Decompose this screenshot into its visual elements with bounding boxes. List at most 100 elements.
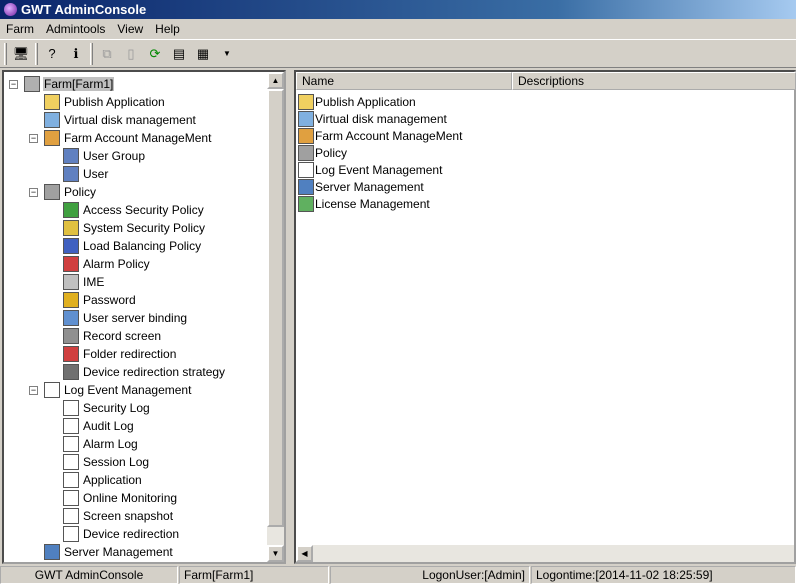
status-app: GWT AdminConsole: [0, 566, 178, 584]
lock-icon: [63, 292, 79, 308]
copy-icon[interactable]: ⧉: [97, 44, 117, 64]
disk-icon: [298, 111, 314, 127]
tree-item-label: Password: [82, 293, 137, 307]
tree-item[interactable]: User: [63, 165, 109, 183]
tree-item[interactable]: Audit Log: [63, 417, 135, 435]
help-icon[interactable]: ?: [42, 44, 62, 64]
tree-item[interactable]: Password: [63, 291, 137, 309]
tree-item[interactable]: Security Log: [63, 399, 151, 417]
tree-item[interactable]: System Security Policy: [63, 219, 206, 237]
tree-item-label: User: [82, 167, 109, 181]
tree-item[interactable]: Alarm Policy: [63, 255, 151, 273]
tree-item-label: Folder redirection: [82, 347, 177, 361]
tree-item[interactable]: Farm Account ManageMent: [44, 129, 212, 147]
tree-item-label: Load Balancing Policy: [82, 239, 202, 253]
status-user: LogonUser:[Admin]: [330, 566, 530, 584]
tree-item-label: Application: [82, 473, 143, 487]
status-time: Logontime:[2014-11-02 18:25:59]: [531, 566, 796, 584]
tree-item-label: Screen snapshot: [82, 509, 174, 523]
log-icon: [63, 436, 79, 452]
collapse-toggle[interactable]: −: [29, 188, 38, 197]
tree-item[interactable]: Load Balancing Policy: [63, 237, 202, 255]
tree-item-label: Policy: [63, 185, 97, 199]
keyboard-icon: [63, 274, 79, 290]
log-icon: [63, 454, 79, 470]
tree-item[interactable]: Session Log: [63, 453, 150, 471]
log-icon: [298, 162, 314, 178]
tree-item[interactable]: Folder redirection: [63, 345, 177, 363]
tree-item[interactable]: Device redirection: [63, 525, 180, 543]
dropdown-arrow-icon[interactable]: ▼: [217, 44, 237, 64]
scroll-left-button[interactable]: ◀: [296, 545, 313, 562]
folder-icon: [44, 94, 60, 110]
tree-item[interactable]: Access Security Policy: [63, 201, 205, 219]
log-icon: [63, 418, 79, 434]
policy-icon: [44, 184, 60, 200]
list-item-label: License Management: [315, 197, 430, 211]
list-item-label: Log Event Management: [315, 163, 442, 177]
tree-item-label: Server Management: [63, 545, 174, 559]
tree-item[interactable]: Virtual disk management: [44, 111, 197, 129]
globe-icon: [63, 202, 79, 218]
log-icon: [63, 508, 79, 524]
grid-icon[interactable]: ▦: [193, 44, 213, 64]
redirect-icon: [63, 346, 79, 362]
menu-farm[interactable]: Farm: [0, 22, 40, 36]
column-descriptions[interactable]: Descriptions: [512, 72, 796, 90]
tree-item-label: Alarm Policy: [82, 257, 151, 271]
log-icon: [44, 382, 60, 398]
tree-item[interactable]: Alarm Log: [63, 435, 139, 453]
tree-item[interactable]: Farm[Farm1]: [24, 75, 114, 93]
tree-item-label: Access Security Policy: [82, 203, 205, 217]
list-item[interactable]: License Management: [298, 195, 430, 213]
scroll-down-button[interactable]: ▼: [267, 545, 284, 562]
server-mgmt-icon: [44, 544, 60, 560]
network-icon: [63, 238, 79, 254]
users-icon: [44, 130, 60, 146]
tree-item-label: Farm[Farm1]: [43, 77, 114, 91]
list-item-label: Policy: [315, 146, 347, 160]
scroll-thumb[interactable]: [267, 89, 284, 527]
list-item[interactable]: Policy: [298, 144, 347, 162]
tree-item-label: User server binding: [82, 311, 188, 325]
tree-item[interactable]: IME: [63, 273, 105, 291]
users-icon: [298, 128, 314, 144]
list-item[interactable]: Server Management: [298, 178, 424, 196]
server-icon[interactable]: 🖥: [11, 44, 31, 64]
info-icon[interactable]: ℹ: [66, 44, 86, 64]
scroll-up-button[interactable]: ▲: [267, 72, 284, 89]
tree-item[interactable]: Publish Application: [44, 93, 166, 111]
collapse-toggle[interactable]: −: [29, 386, 38, 395]
tree-item-label: Virtual disk management: [63, 113, 197, 127]
tree-item[interactable]: Record screen: [63, 327, 162, 345]
tree-item[interactable]: Log Event Management: [44, 381, 192, 399]
tree-item[interactable]: Screen snapshot: [63, 507, 174, 525]
tree-scrollbar[interactable]: ▲ ▼: [267, 72, 284, 562]
column-name[interactable]: Name: [296, 72, 512, 90]
tree-item[interactable]: Device redirection strategy: [63, 363, 226, 381]
collapse-toggle[interactable]: −: [29, 134, 38, 143]
tree-item-label: Security Log: [82, 401, 151, 415]
status-farm: Farm[Farm1]: [179, 566, 329, 584]
list-item[interactable]: Log Event Management: [298, 161, 442, 179]
tree-panel: Farm[Farm1] − Publish Application Virtual d…: [2, 70, 286, 564]
collapse-toggle[interactable]: −: [9, 80, 18, 89]
list-item[interactable]: Publish Application: [298, 93, 416, 111]
tree-item[interactable]: Policy: [44, 183, 97, 201]
page-icon[interactable]: ▯: [121, 44, 141, 64]
tree-item[interactable]: Server Management: [44, 543, 174, 561]
tree-item[interactable]: Application: [63, 471, 143, 489]
list-item[interactable]: Farm Account ManageMent: [298, 127, 462, 145]
refresh-icon[interactable]: ⟳: [145, 44, 165, 64]
list-item[interactable]: Virtual disk management: [298, 110, 447, 128]
tree-item[interactable]: User Group: [63, 147, 146, 165]
tree-item-label: Record screen: [82, 329, 162, 343]
server-mgmt-icon: [298, 179, 314, 195]
tree-item[interactable]: Online Monitoring: [63, 489, 178, 507]
list-hscrollbar[interactable]: ◀: [296, 545, 794, 562]
properties-icon[interactable]: ▤: [169, 44, 189, 64]
tree-item[interactable]: User server binding: [63, 309, 188, 327]
menu-view[interactable]: View: [111, 22, 149, 36]
menu-help[interactable]: Help: [149, 22, 186, 36]
menu-admintools[interactable]: Admintools: [40, 22, 111, 36]
